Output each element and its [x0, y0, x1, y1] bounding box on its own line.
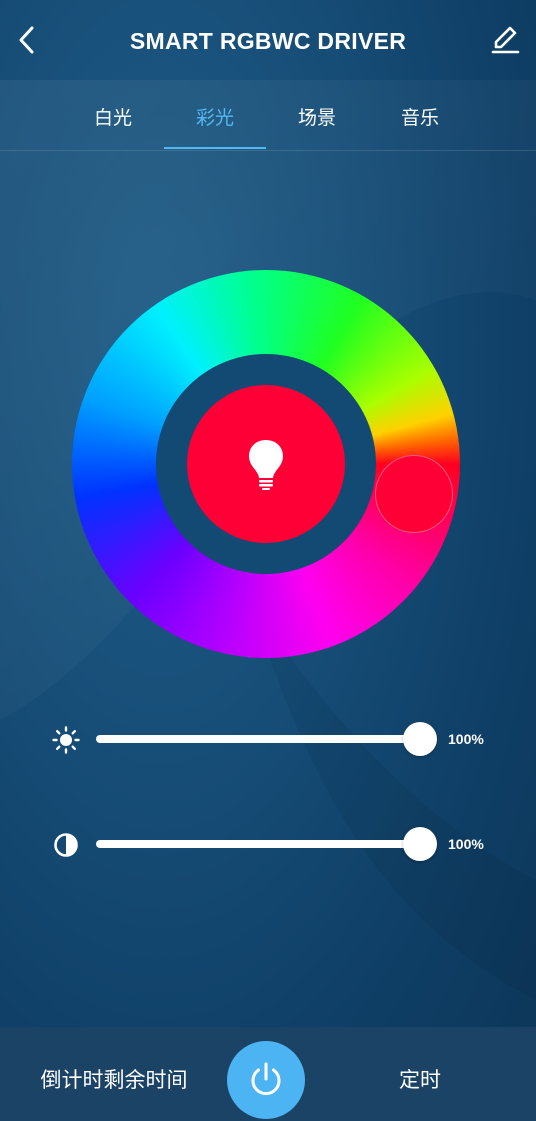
power-button[interactable]	[227, 1041, 305, 1119]
tab-color-light[interactable]: 彩光	[164, 90, 266, 148]
active-tab-indicator	[164, 147, 266, 149]
brightness-slider-row: 100%	[50, 719, 510, 759]
power-icon	[251, 1062, 281, 1096]
color-wheel-handle[interactable]	[375, 455, 453, 533]
light-bulb-icon	[249, 440, 283, 490]
saturation-slider-row: 100%	[50, 824, 510, 864]
mode-tabs: 白光 彩光 场景 音乐	[0, 90, 536, 150]
sun-icon	[52, 726, 80, 754]
tab-music[interactable]: 音乐	[369, 90, 471, 148]
color-wheel-picker	[72, 270, 460, 658]
timer-button[interactable]: 定时	[360, 1060, 480, 1100]
tabs-divider	[0, 150, 536, 151]
brightness-slider[interactable]	[96, 722, 437, 756]
pencil-icon	[491, 26, 520, 54]
countdown-label: 倒计时剩余时间	[40, 1068, 188, 1092]
edit-button[interactable]	[488, 22, 522, 56]
saturation-slider-thumb[interactable]	[403, 827, 437, 861]
header: SMART RGBWC DRIVER	[0, 0, 536, 80]
brightness-value: 100%	[448, 731, 484, 747]
chevron-left-icon	[19, 26, 34, 54]
contrast-icon	[52, 831, 80, 859]
saturation-value: 100%	[448, 836, 484, 852]
saturation-slider[interactable]	[96, 827, 437, 861]
brightness-slider-thumb[interactable]	[403, 722, 437, 756]
tab-scene[interactable]: 场景	[266, 90, 368, 148]
selected-color-preview	[187, 385, 345, 543]
back-button[interactable]	[10, 22, 44, 58]
tab-white-light[interactable]: 白光	[62, 90, 164, 148]
page-title: SMART RGBWC DRIVER	[129, 28, 407, 54]
